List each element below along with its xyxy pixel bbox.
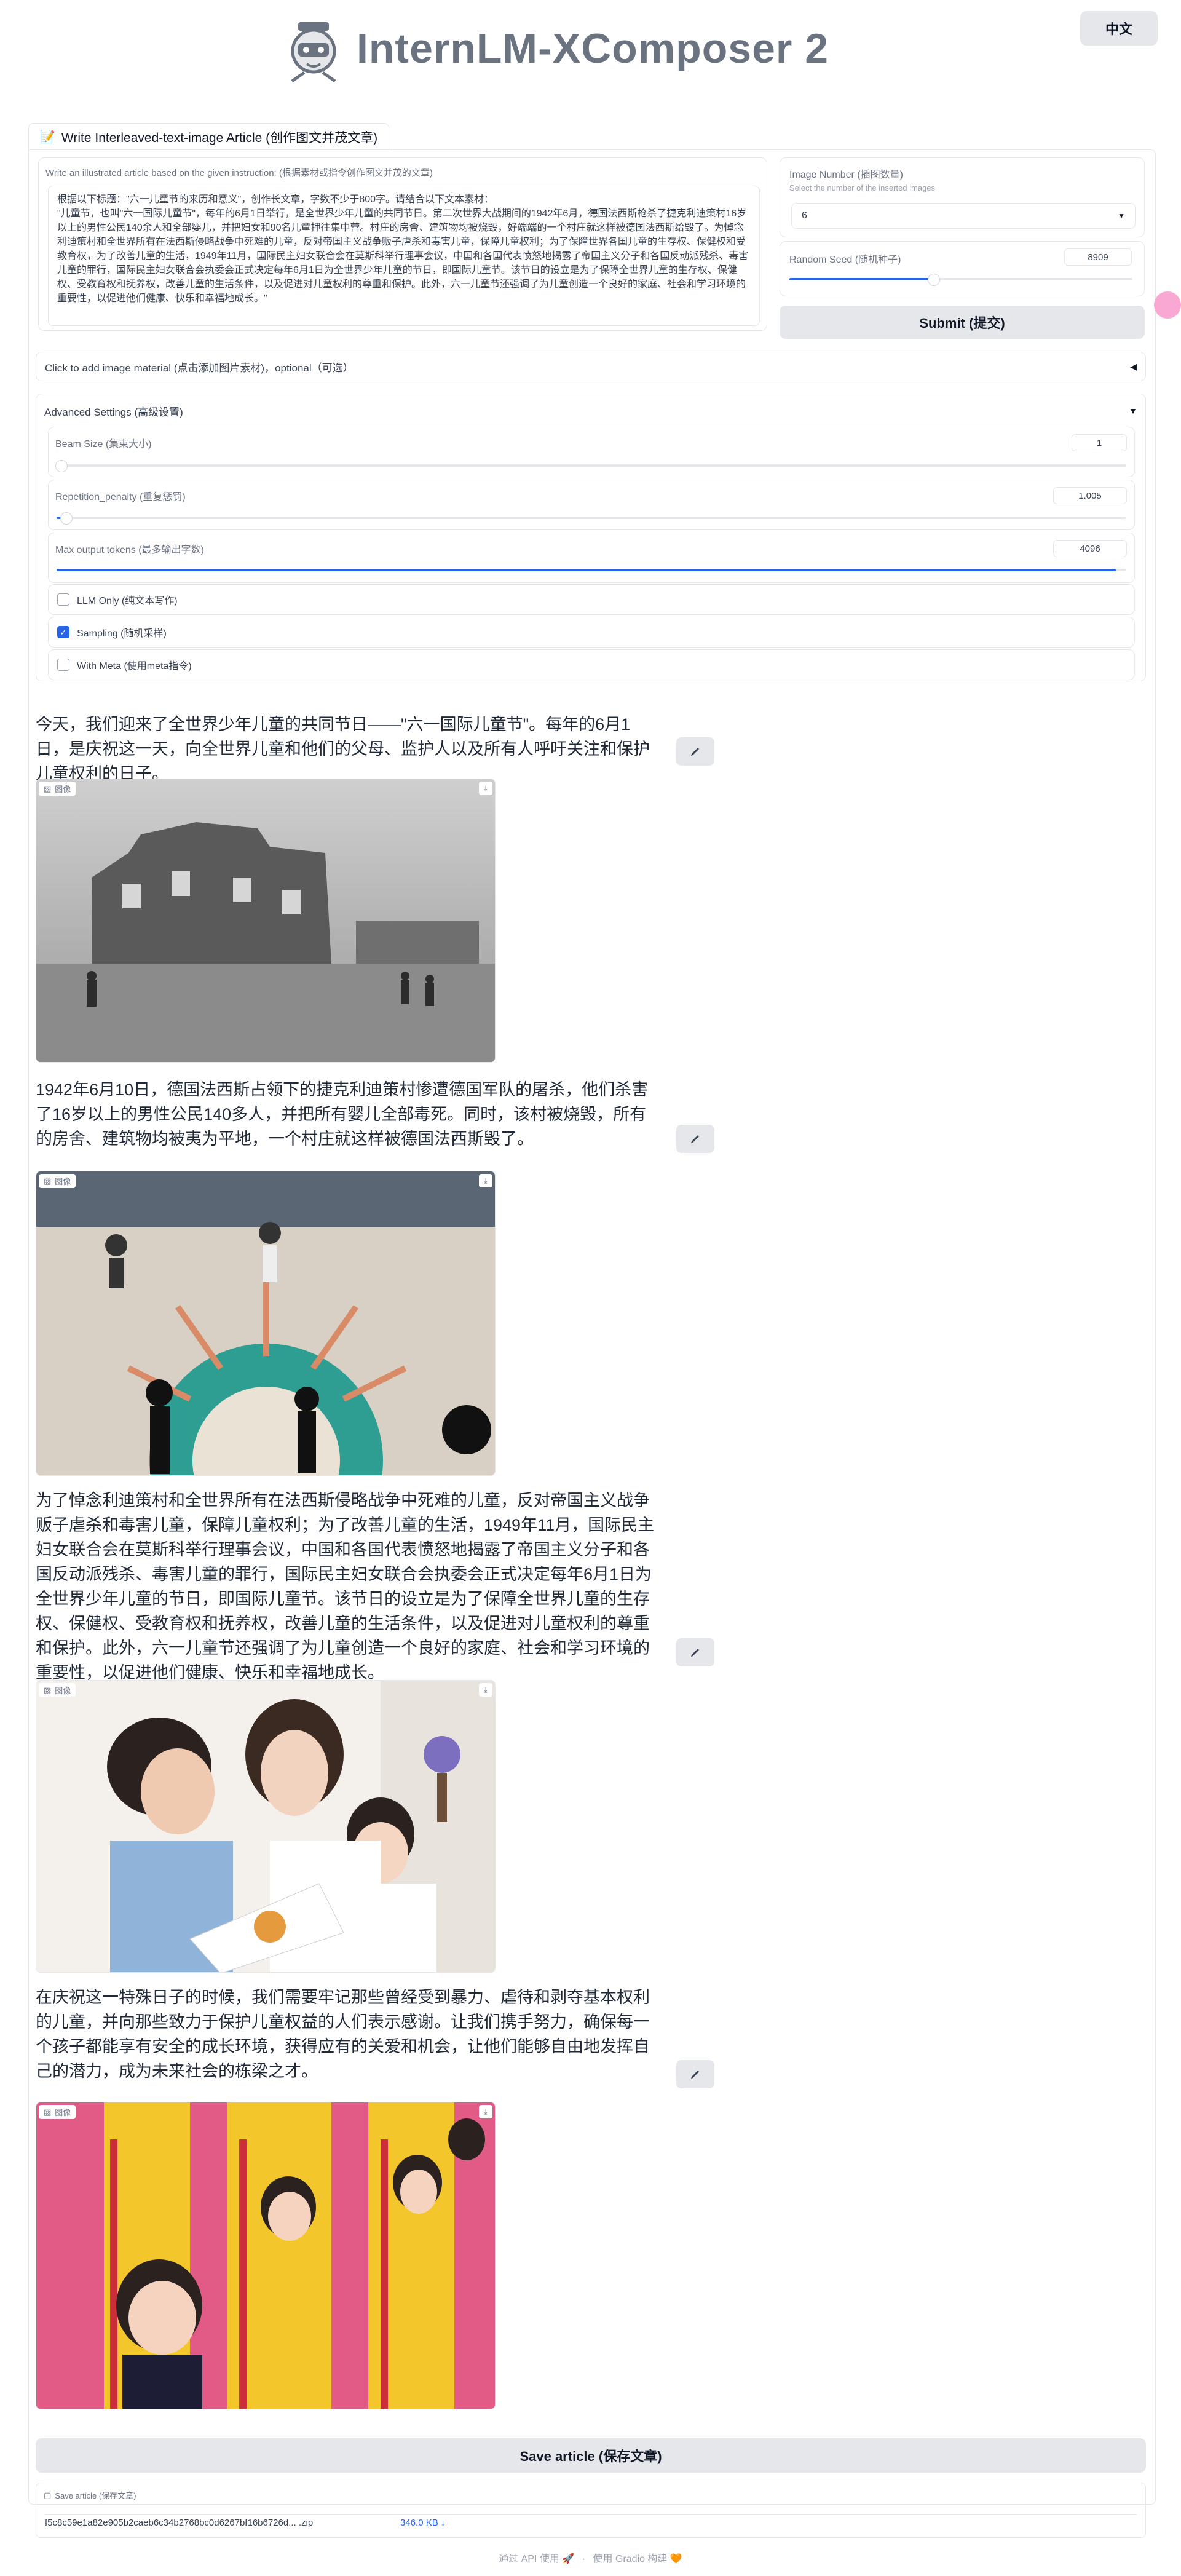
- article-image: ▨ 图像 ⤓: [36, 1171, 496, 1476]
- rocket-icon: 🚀: [562, 2554, 575, 2564]
- image-number-sublabel: Select the number of the inserted images: [789, 183, 936, 192]
- slider-fill: [57, 569, 1116, 571]
- file-panel-label: ▢ Save article (保存文章): [44, 2490, 136, 2501]
- article-paragraph: 1942年6月10日，德国法西斯占领下的捷克利迪策村惨遭德国军队的屠杀，他们杀害…: [36, 1080, 649, 1148]
- save-article-button[interactable]: Save article (保存文章): [36, 2438, 1146, 2473]
- image-material-accordion[interactable]: Click to add image material (点击添加图片素材)，o…: [36, 352, 1146, 381]
- image-material-label: Click to add image material (点击添加图片素材)，o…: [45, 362, 354, 374]
- repetition-penalty-label: Repetition_penalty (重复惩罚): [55, 492, 186, 502]
- api-link[interactable]: 通过 API 使用: [499, 2554, 559, 2564]
- article-paragraph: 今天，我们迎来了全世界少年儿童的共同节日——"六一国际儿童节"。每年的6月1日，…: [36, 715, 650, 783]
- download-icon[interactable]: ⤓: [479, 1683, 492, 1697]
- gradio-logo-icon: 🧡: [669, 2554, 682, 2564]
- edit-paragraph-button[interactable]: [676, 737, 714, 766]
- slider-thumb[interactable]: [55, 460, 68, 472]
- edit-paragraph-button[interactable]: [676, 2060, 714, 2088]
- beam-size-slider[interactable]: [55, 460, 1126, 472]
- article-paragraph: 在庆祝这一特殊日子的时候，我们需要牢记那些曾经受到暴力、虐待和剥夺基本权利的儿童…: [36, 1988, 650, 2080]
- sampling-checkbox-row[interactable]: ✓ Sampling (随机采样): [48, 617, 1135, 648]
- checkbox-sampling[interactable]: ✓: [57, 626, 69, 638]
- repetition-penalty-card: [48, 480, 1135, 530]
- image-label: ▨ 图像: [39, 1683, 76, 1697]
- checkbox-label: LLM Only (纯文本写作): [77, 596, 178, 606]
- instruction-textarea[interactable]: 根据以下标题："六一儿童节的来历和意义"，创作长文章，字数不少于800字。请结合…: [48, 186, 760, 326]
- image-icon: ▨: [44, 2107, 52, 2117]
- family-reading-photo: [36, 1681, 495, 1972]
- image-number-value: 6: [802, 210, 807, 221]
- slider-fill: [789, 278, 934, 280]
- submit-button[interactable]: Submit (提交): [780, 306, 1145, 339]
- pencil-icon: [691, 1135, 699, 1143]
- checkbox-with-meta[interactable]: [57, 659, 69, 671]
- download-icon[interactable]: ⤓: [479, 1174, 492, 1187]
- robot-mascot-icon: [280, 17, 347, 85]
- random-seed-label: Random Seed (随机种子): [789, 255, 901, 265]
- tab-write-article[interactable]: 📝 Write Interleaved-text-image Article (…: [28, 123, 390, 150]
- children-train-photo: [36, 2102, 495, 2409]
- footer-separator: ·: [582, 2554, 586, 2564]
- checkbox-label: Sampling (随机采样): [77, 628, 167, 639]
- max-tokens-card: [48, 533, 1135, 583]
- image-label: ▨ 图像: [39, 2105, 76, 2119]
- image-icon: ▨: [44, 1685, 52, 1695]
- advanced-settings-label: Advanced Settings (高级设置): [44, 406, 183, 418]
- pencil-icon: [691, 1649, 699, 1657]
- max-tokens-input[interactable]: 4096: [1053, 540, 1127, 557]
- article-paragraph: 为了悼念利迪策村和全世界所有在法西斯侵略战争中死难的儿童，反对帝国主义战争贩子虐…: [36, 1491, 655, 1682]
- image-icon: ▨: [44, 1176, 52, 1186]
- image-number-label: Image Number (插图数量): [789, 170, 903, 180]
- article-image: ▨ 图像 ⤓: [36, 2102, 496, 2409]
- download-icon[interactable]: ⤓: [479, 782, 492, 795]
- image-label: ▨ 图像: [39, 1174, 76, 1188]
- ruined-village-photo: [36, 779, 495, 1062]
- checkbox-label: With Meta (使用meta指令): [77, 661, 192, 672]
- max-tokens-slider[interactable]: [57, 569, 1126, 571]
- caret-left-icon: ◀: [1130, 361, 1137, 371]
- random-seed-input[interactable]: 8909: [1064, 248, 1132, 266]
- edit-paragraph-button[interactable]: [676, 1638, 714, 1666]
- advanced-settings-header[interactable]: Advanced Settings (高级设置) ▼: [36, 400, 1146, 422]
- image-number-select[interactable]: 6 ▼: [791, 203, 1136, 229]
- file-icon: ▢: [44, 2490, 52, 2500]
- edit-paragraph-button[interactable]: [676, 1125, 714, 1153]
- tab-label: Write Interleaved-text-image Article (创作…: [61, 130, 378, 145]
- file-download-link[interactable]: 346.0 KB ↓: [400, 2518, 445, 2528]
- beam-size-card: [48, 427, 1135, 477]
- repetition-penalty-slider[interactable]: [57, 512, 1126, 525]
- saved-file-panel: ▢ Save article (保存文章) f5c8c59e1a82e905b2c…: [36, 2483, 1146, 2538]
- floating-helper-icon[interactable]: [1154, 291, 1181, 319]
- file-name: f5c8c59e1a82e905b2caeb6c34b2768bc0d6267b…: [45, 2518, 314, 2528]
- instruction-label: Write an illustrated article based on th…: [45, 168, 433, 178]
- with-meta-checkbox-row[interactable]: With Meta (使用meta指令): [48, 649, 1135, 680]
- language-toggle-button[interactable]: 中文: [1080, 11, 1158, 46]
- image-icon: ▨: [44, 783, 52, 793]
- beam-size-input[interactable]: 1: [1072, 434, 1127, 451]
- image-label: ▨ 图像: [39, 782, 76, 796]
- download-icon[interactable]: ⤓: [479, 2105, 492, 2118]
- slider-thumb[interactable]: [60, 512, 73, 525]
- caret-down-icon: ▼: [1129, 406, 1137, 416]
- pencil-icon: [691, 748, 699, 756]
- checkbox-llm-only[interactable]: [57, 593, 69, 606]
- memo-icon: 📝: [40, 130, 55, 144]
- gradio-link[interactable]: 使用 Gradio 构建: [593, 2554, 668, 2564]
- mural-children-photo: [36, 1171, 495, 1475]
- chevron-down-icon: ▼: [1118, 212, 1125, 220]
- footer: 通过 API 使用 🚀 · 使用 Gradio 构建 🧡: [0, 2550, 1181, 2565]
- article-image: ▨ 图像 ⤓: [36, 1680, 496, 1973]
- repetition-penalty-input[interactable]: 1.005: [1053, 487, 1127, 504]
- random-seed-slider[interactable]: [789, 274, 1132, 286]
- pencil-icon: [691, 2071, 699, 2079]
- max-tokens-label: Max output tokens (最多输出字数): [55, 545, 204, 555]
- app-title: InternLM-XComposer 2: [357, 25, 829, 72]
- llm-only-checkbox-row[interactable]: LLM Only (纯文本写作): [48, 584, 1135, 615]
- article-image: ▨ 图像 ⤓: [36, 779, 496, 1063]
- beam-size-label: Beam Size (集束大小): [55, 439, 152, 450]
